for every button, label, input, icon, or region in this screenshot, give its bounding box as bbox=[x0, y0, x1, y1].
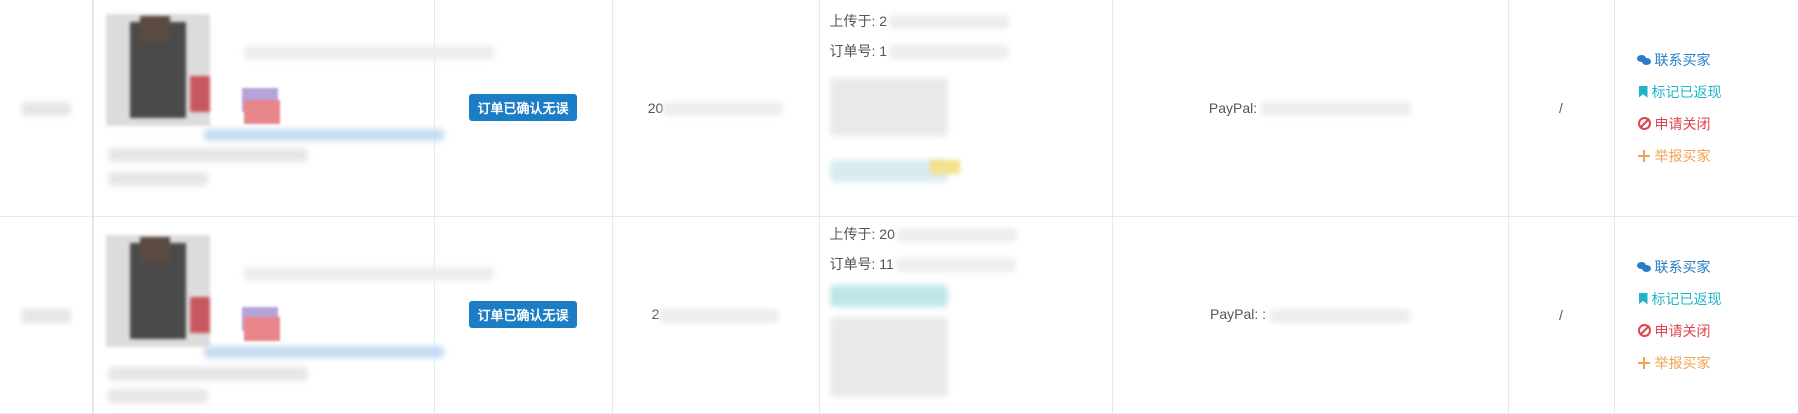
uploaded-at-redacted bbox=[889, 15, 1010, 30]
actions-cell: 联系买家 标记已返现 申请关闭 举报买家 bbox=[1614, 216, 1798, 414]
paypal-account-redacted bbox=[1261, 101, 1412, 116]
empty-value: / bbox=[1559, 99, 1563, 116]
buyer-name-redacted bbox=[21, 308, 71, 323]
chat-icon bbox=[1636, 53, 1651, 67]
mark-cashback-link[interactable]: 标记已返现 bbox=[1637, 288, 1798, 310]
request-close-link[interactable]: 申请关闭 bbox=[1637, 320, 1798, 342]
bookmark-icon bbox=[1638, 85, 1648, 98]
status-cell: 订单已确认无误 bbox=[434, 0, 613, 217]
paypal-account-redacted bbox=[1270, 308, 1411, 323]
receipt-screenshot[interactable] bbox=[829, 316, 948, 397]
receipt-screenshot[interactable] bbox=[829, 284, 948, 307]
product-link-redacted bbox=[204, 129, 444, 142]
ban-icon bbox=[1637, 117, 1651, 131]
contact-buyer-label: 联系买家 bbox=[1654, 51, 1711, 68]
date-text: 20 bbox=[647, 99, 664, 116]
chat-icon bbox=[1636, 260, 1651, 274]
report-buyer-link[interactable]: 举报买家 bbox=[1637, 145, 1798, 167]
contact-buyer-link[interactable]: 联系买家 bbox=[1636, 49, 1798, 71]
date-redacted bbox=[663, 101, 784, 116]
date-cell: 20 bbox=[612, 0, 820, 217]
contact-buyer-label: 联系买家 bbox=[1654, 258, 1711, 275]
order-number-redacted bbox=[889, 45, 1010, 60]
product-image[interactable] bbox=[106, 14, 210, 126]
bookmark-icon bbox=[1638, 292, 1648, 305]
status-cell: 订单已确认无误 bbox=[434, 216, 613, 414]
actions-cell: 联系买家 标记已返现 申请关闭 举报买家 bbox=[1614, 0, 1798, 217]
paypal-cell: PayPal: : bbox=[1112, 216, 1509, 414]
order-confirmed-badge[interactable]: 订单已确认无误 bbox=[469, 301, 577, 328]
paypal-cell: PayPal: bbox=[1112, 0, 1509, 217]
buyer-cell bbox=[0, 0, 94, 217]
receipt-screenshot[interactable] bbox=[829, 78, 948, 136]
color-swatch bbox=[244, 100, 280, 124]
cashback-cell: / bbox=[1508, 216, 1615, 414]
order-number-label: 订单号: 11 bbox=[829, 255, 894, 272]
date-cell: 2 bbox=[612, 216, 820, 414]
product-meta-redacted bbox=[108, 366, 308, 381]
buyer-cell bbox=[0, 216, 94, 414]
order-confirmed-badge[interactable]: 订单已确认无误 bbox=[469, 94, 577, 122]
color-swatch bbox=[244, 316, 280, 341]
uploaded-at-label: 上传于: 20 bbox=[829, 225, 895, 242]
buyer-name-redacted bbox=[21, 101, 71, 116]
order-number-redacted bbox=[895, 257, 1016, 272]
uploaded-at-label: 上传于: 2 bbox=[829, 13, 888, 29]
mark-cashback-link[interactable]: 标记已返现 bbox=[1637, 81, 1798, 103]
product-meta-redacted bbox=[108, 148, 308, 163]
uploaded-at-redacted bbox=[896, 227, 1017, 242]
empty-value: / bbox=[1559, 306, 1563, 323]
product-cell bbox=[93, 0, 494, 217]
product-image[interactable] bbox=[106, 234, 210, 347]
crosshair-icon bbox=[1637, 356, 1651, 370]
report-buyer-label: 举报买家 bbox=[1654, 147, 1711, 164]
orders-table: 订单已确认无误 20 上传于: 2 订单号: 1 PayPal: / 联系买家 bbox=[0, 0, 1798, 414]
paypal-label: PayPal: : bbox=[1209, 306, 1267, 323]
report-buyer-label: 举报买家 bbox=[1654, 354, 1711, 371]
upload-cell: 上传于: 20 订单号: 11 bbox=[819, 216, 1113, 414]
paypal-label: PayPal: bbox=[1208, 99, 1258, 116]
request-close-link[interactable]: 申请关闭 bbox=[1637, 113, 1798, 135]
contact-buyer-link[interactable]: 联系买家 bbox=[1636, 256, 1798, 278]
mark-cashback-label: 标记已返现 bbox=[1651, 290, 1722, 307]
product-cell bbox=[93, 216, 494, 414]
date-text: 2 bbox=[651, 306, 660, 323]
upload-cell: 上传于: 2 订单号: 1 bbox=[819, 0, 1113, 217]
ban-icon bbox=[1637, 324, 1651, 337]
table-row: 订单已确认无误 2 上传于: 20 订单号: 11 PayPal: : / 联系… bbox=[0, 216, 1798, 414]
mark-cashback-label: 标记已返现 bbox=[1651, 83, 1722, 100]
request-close-label: 申请关闭 bbox=[1654, 115, 1711, 132]
product-link-redacted bbox=[204, 345, 444, 358]
report-buyer-link[interactable]: 举报买家 bbox=[1637, 352, 1798, 374]
cashback-cell: / bbox=[1508, 0, 1615, 217]
crosshair-icon bbox=[1637, 149, 1651, 163]
product-meta-redacted bbox=[108, 388, 208, 403]
request-close-label: 申请关闭 bbox=[1654, 322, 1711, 339]
date-redacted bbox=[659, 308, 780, 323]
order-number-label: 订单号: 1 bbox=[829, 43, 888, 59]
table-row: 订单已确认无误 20 上传于: 2 订单号: 1 PayPal: / 联系买家 bbox=[0, 0, 1798, 217]
product-meta-redacted bbox=[108, 172, 208, 187]
